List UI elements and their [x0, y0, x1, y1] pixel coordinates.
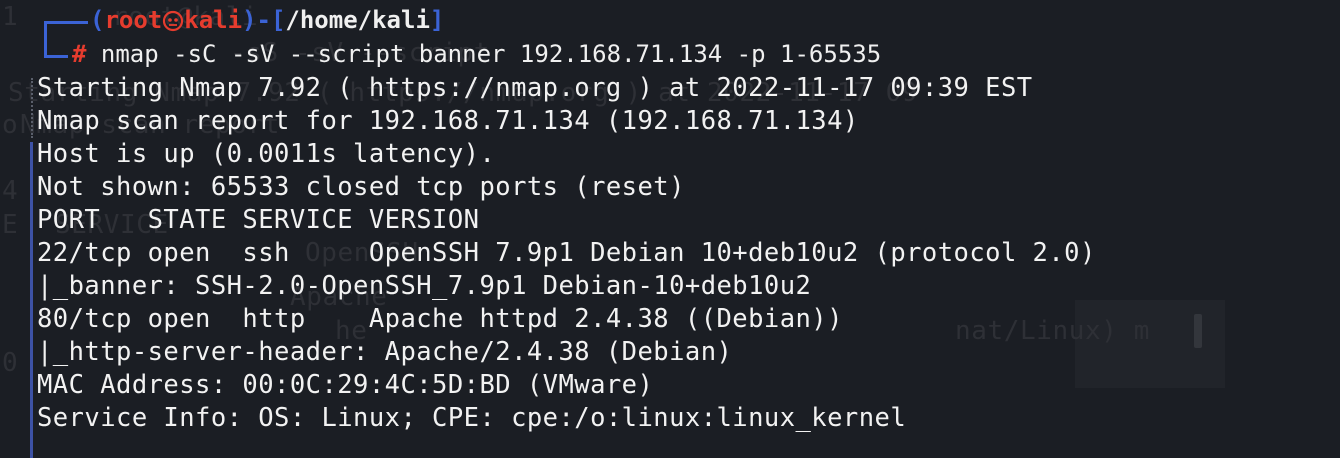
output-line: PORT STATE SERVICE VERSION — [37, 205, 480, 235]
prompt-symbol: # — [72, 40, 87, 68]
prompt-close-paren: )-[ — [242, 6, 286, 34]
ghost-scrollbar — [1194, 314, 1202, 348]
prompt-close-bracket: ] — [429, 6, 445, 34]
output-line: MAC Address: 00:0C:29:4C:5D:BD (VMware) — [37, 370, 654, 400]
prompt-corner-bottom — [44, 55, 68, 58]
output-line: Service Info: OS: Linux; CPE: cpe:/o:lin… — [37, 403, 907, 433]
prompt-path: /home/kali — [285, 6, 430, 34]
output-line: Starting Nmap 7.92 ( https://nmap.org ) … — [37, 73, 1033, 103]
prompt-corner-top — [44, 21, 88, 24]
ghost-text: 0 — [2, 348, 19, 378]
output-line: |_banner: SSH-2.0-OpenSSH_7.9p1 Debian-1… — [37, 271, 812, 301]
gutter-dotted-marker — [31, 78, 35, 138]
prompt-user: root — [104, 6, 163, 34]
kali-skull-icon — [162, 10, 184, 32]
terminal-output: Starting Nmap 7.92 ( https://nmap.org ) … — [37, 72, 1096, 435]
ghost-text: o — [2, 110, 19, 140]
prompt-corner-vertical — [44, 21, 47, 57]
output-line: Nmap scan report for 192.168.71.134 (192… — [37, 106, 859, 136]
output-line: 80/tcp open http Apache httpd 2.4.38 ((D… — [37, 304, 843, 334]
ghost-text: E — [2, 210, 19, 240]
prompt-host: kali — [184, 6, 243, 34]
output-line: 22/tcp open ssh OpenSSH 7.9p1 Debian 10+… — [37, 238, 1096, 268]
output-line: Not shown: 65533 closed tcp ports (reset… — [37, 172, 685, 202]
prompt-line-1: (root kali)-[/home/kali] — [90, 8, 444, 32]
prompt-open-paren: ( — [90, 6, 105, 34]
output-line: Host is up (0.0011s latency). — [37, 139, 496, 169]
ghost-text: 4 — [2, 176, 19, 206]
output-line: |_http-server-header: Apache/2.4.38 (Deb… — [37, 337, 733, 367]
prompt-line-2: # nmap -sC -sV --script banner 192.168.7… — [72, 42, 881, 66]
ghost-text: 1 — [2, 2, 19, 32]
command-text[interactable]: nmap -sC -sV --script banner 192.168.71.… — [86, 40, 881, 68]
gutter-bar — [30, 142, 33, 458]
